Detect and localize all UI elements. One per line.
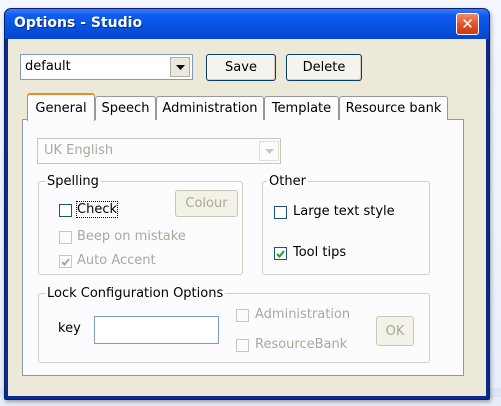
language-select-value: UK English [44,143,114,158]
tool-tips-label[interactable]: Tool tips [293,245,346,260]
checkmark-icon [276,249,285,258]
colour-button: Colour [175,190,238,217]
auto-accent-checkbox [59,255,72,268]
profile-select-value: default [25,59,71,74]
checkmark-icon [61,257,70,266]
resourcebank-lock-label: ResourceBank [255,337,348,352]
tab-administration[interactable]: Administration [156,96,264,120]
save-button[interactable]: Save [206,54,276,81]
chevron-down-icon [175,64,185,70]
large-text-style-label[interactable]: Large text style [293,204,395,219]
beep-on-mistake-label: Beep on mistake [77,229,186,244]
profile-dropdown-button[interactable] [170,57,190,77]
auto-accent-label: Auto Accent [77,253,156,268]
tab-speech[interactable]: Speech [95,96,156,120]
resourcebank-lock-checkbox [236,339,249,352]
tab-resource-bank[interactable]: Resource bank [339,96,448,120]
large-text-style-checkbox[interactable] [274,206,287,219]
check-checkbox[interactable] [59,204,72,217]
key-label: key [58,321,81,336]
close-icon: ✕ [461,15,474,33]
language-dropdown-button [259,141,279,161]
tab-general[interactable]: General [27,93,95,121]
chevron-down-icon [264,148,274,154]
spelling-group-title: Spelling [45,174,101,189]
lock-config-group-title: Lock Configuration Options [45,286,226,301]
beep-on-mistake-checkbox [59,231,72,244]
key-input[interactable] [94,316,219,344]
other-group-title: Other [267,174,308,189]
delete-button[interactable]: Delete [286,54,362,81]
administration-lock-label: Administration [255,307,351,322]
window-title: Options - Studio [14,15,143,31]
tool-tips-checkbox[interactable] [274,247,287,260]
ok-button: OK [376,316,414,346]
check-label[interactable]: Check [76,201,118,218]
administration-lock-checkbox [236,309,249,322]
tab-template[interactable]: Template [264,96,339,120]
close-button[interactable]: ✕ [456,13,479,35]
